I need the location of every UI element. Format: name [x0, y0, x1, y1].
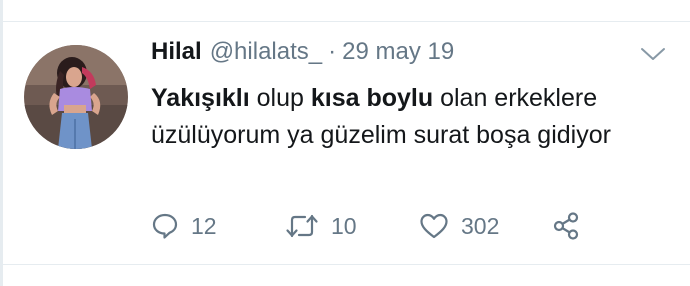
like-button[interactable]: 302	[419, 208, 499, 244]
tweet-date[interactable]: 29 may 19	[342, 38, 454, 66]
bottom-divider	[0, 264, 690, 265]
top-divider	[0, 21, 690, 22]
share-nodes-icon	[553, 212, 579, 240]
tweet-actions: 12 10 302	[151, 208, 631, 244]
speech-bubble-icon	[152, 213, 178, 239]
tweet-header: Hilal @hilalats_ · 29 may 19	[151, 38, 454, 72]
avatar[interactable]	[24, 45, 128, 149]
retweet-button[interactable]: 10	[285, 208, 357, 244]
reply-button[interactable]: 12	[151, 208, 217, 244]
retweet-count: 10	[331, 212, 357, 239]
separator-dot: ·	[328, 38, 337, 65]
author-handle[interactable]: @hilalats_	[210, 38, 322, 66]
share-button[interactable]	[551, 208, 581, 244]
author-name[interactable]: Hilal	[151, 38, 202, 66]
tweet-text: Yakışıklı olup kısa boylu olan erkeklere…	[151, 80, 671, 154]
heart-icon	[420, 213, 448, 239]
like-count: 302	[461, 212, 500, 239]
left-border	[0, 0, 3, 286]
tweet-text-bold: kısa boylu	[310, 84, 434, 112]
retweet-arrows-icon	[286, 214, 318, 238]
reply-count: 12	[191, 212, 217, 239]
tweet-text-bold: Yakışıklı	[151, 84, 250, 112]
chevron-down-icon[interactable]	[639, 44, 667, 64]
tweet-text-segment: olup	[249, 84, 311, 112]
